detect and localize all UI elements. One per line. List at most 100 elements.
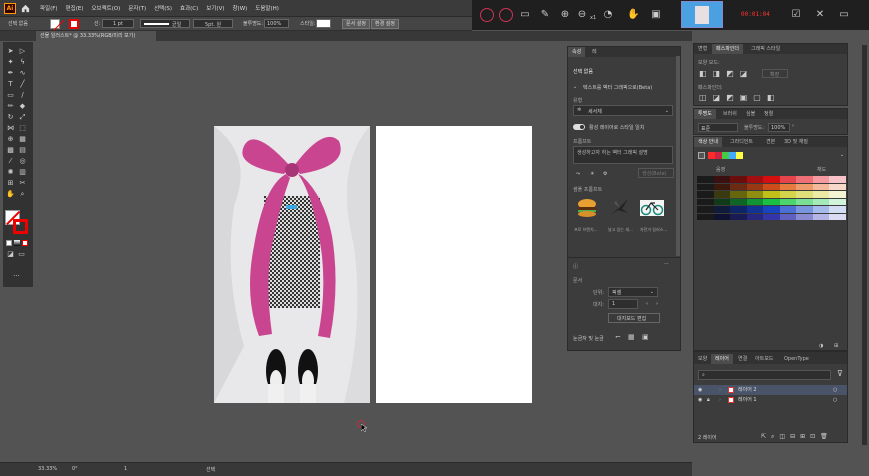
document-tab[interactable]: 선물 일러스트* @ 33.33%(RGB/미리 보기) (36, 31, 156, 41)
new-sublayer-icon[interactable]: ⊟ (790, 433, 795, 441)
color-swatch[interactable] (812, 198, 829, 205)
generate-button[interactable]: 생성(Beta) (638, 168, 674, 178)
info-icon[interactable]: ⓘ (573, 263, 578, 270)
eraser-icon[interactable]: ◆ (18, 102, 27, 111)
color-swatch[interactable] (812, 183, 829, 190)
menu-select[interactable]: 선택(S) (154, 4, 172, 12)
harmony-strip[interactable] (708, 152, 743, 159)
brush-select[interactable]: 5pt. 원 (193, 19, 233, 28)
color-swatch[interactable] (779, 198, 796, 205)
perspective-grid-icon[interactable]: ▦ (18, 135, 27, 144)
harmony-swatch[interactable] (722, 152, 729, 159)
color-swatch[interactable] (697, 198, 714, 205)
checkbox-icon[interactable]: ☑ (790, 9, 802, 21)
menu-view[interactable]: 보기(V) (206, 4, 224, 12)
color-swatch[interactable] (796, 176, 813, 183)
color-swatch[interactable] (796, 183, 813, 190)
artboard-select[interactable]: 1 (608, 299, 638, 309)
gradient-mode-icon[interactable] (14, 240, 20, 246)
color-swatch[interactable] (697, 191, 714, 198)
tab-brushes[interactable]: 브러쉬 (719, 109, 741, 119)
scale-tool-icon[interactable]: ⤢ (18, 113, 27, 122)
merge-icon[interactable]: ◩ (726, 93, 734, 102)
color-swatch[interactable] (829, 213, 846, 220)
tab-transform[interactable]: 변형 (694, 44, 711, 54)
color-swatch[interactable] (730, 176, 747, 183)
selection-tool-icon[interactable]: ➤ (6, 47, 15, 56)
rotation-field[interactable]: 0° (72, 466, 78, 472)
mesh-tool-icon[interactable]: ▩ (6, 146, 15, 155)
delete-icon[interactable]: 🗑︎ (820, 433, 828, 441)
more-options-icon[interactable]: ··· (664, 261, 669, 267)
new-layer-icon[interactable]: ⊞ (800, 433, 805, 441)
opacity-field[interactable]: 100% (264, 19, 289, 28)
menu-object[interactable]: 오브젝트(O) (91, 4, 120, 12)
harmony-dropdown-icon[interactable]: ⌄ (840, 152, 844, 158)
minus-back-icon[interactable]: ◧ (767, 93, 775, 102)
style-match-toggle[interactable] (573, 124, 585, 130)
collect-icon[interactable]: ⊡ (810, 433, 815, 441)
color-swatch[interactable] (796, 206, 813, 213)
menu-file[interactable]: 파일(F) (40, 4, 58, 12)
tab-opentype[interactable]: OpenType (780, 354, 813, 364)
color-swatch[interactable] (730, 206, 747, 213)
color-swatch[interactable] (697, 176, 714, 183)
color-swatch[interactable] (779, 176, 796, 183)
locate-icon[interactable]: ⌕ (771, 433, 774, 441)
color-swatch[interactable] (779, 206, 796, 213)
color-swatch[interactable] (763, 191, 780, 198)
rotate-tool-icon[interactable]: ↻ (6, 113, 15, 122)
harmony-swatch[interactable] (736, 152, 743, 159)
layer-row[interactable]: ◉ 🔒︎ › 레이어 1 ○ (694, 395, 847, 405)
trim-icon[interactable]: ◪ (713, 93, 721, 102)
layer-row[interactable]: ◉ › 레이어 2 ○ (694, 385, 847, 395)
tab-graphic-styles[interactable]: 그래픽 스타일 (747, 44, 784, 54)
free-transform-icon[interactable]: ⬚ (18, 124, 27, 133)
color-swatch[interactable] (713, 176, 730, 183)
stroke-swatch[interactable] (69, 19, 79, 29)
color-swatch[interactable] (713, 213, 730, 220)
blend-mode-select[interactable]: 표준 (698, 123, 738, 132)
zoom-in-icon[interactable]: ⊕ (559, 9, 571, 21)
pen-icon[interactable]: ✎ (539, 9, 551, 21)
color-swatch[interactable] (746, 183, 763, 190)
color-swatch[interactable] (730, 198, 747, 205)
zoom-out-icon[interactable]: ⊖ (576, 9, 588, 21)
tab-swatches[interactable]: 견본 (762, 137, 779, 147)
color-swatch[interactable] (713, 191, 730, 198)
color-swatch[interactable] (713, 206, 730, 213)
lasso-icon[interactable]: ϟ (18, 58, 27, 67)
properties-scrollbar[interactable] (676, 56, 680, 256)
menu-help[interactable]: 도움말(H) (255, 4, 279, 12)
tab-color-guide[interactable]: 색상 안내 (694, 137, 722, 147)
color-swatch[interactable] (730, 183, 747, 190)
settings-icon[interactable]: ⚙ (603, 171, 607, 177)
stroke-weight-field[interactable]: 1 pt (102, 19, 134, 28)
clip-mask-icon[interactable]: ◫ (779, 433, 785, 441)
status-mode[interactable]: 선택 (206, 466, 215, 473)
paintbrush-icon[interactable]: ∕ (18, 91, 27, 100)
color-swatch[interactable] (763, 176, 780, 183)
tab-align[interactable]: 정렬 (760, 109, 777, 119)
guides-icon[interactable]: ▣ (642, 333, 649, 341)
pencil-tool-icon[interactable]: ✏ (6, 102, 15, 111)
crop-icon[interactable]: ▣ (740, 93, 748, 102)
direct-selection-tool-icon[interactable]: ▷ (18, 47, 27, 56)
harmony-swatch[interactable] (729, 152, 736, 159)
color-swatch[interactable] (730, 213, 747, 220)
symbol-sprayer-icon[interactable]: ✺ (6, 168, 15, 177)
color-swatch[interactable] (796, 213, 813, 220)
width-tool-icon[interactable]: ⋈ (6, 124, 15, 133)
exclude-icon[interactable]: ◪ (740, 69, 748, 78)
tab-artboards[interactable]: 아트보드 (751, 354, 777, 364)
type-select[interactable]: ✲ 세서체 ⌄ (573, 105, 673, 116)
sample-bicycle[interactable] (640, 197, 664, 219)
prompt-input[interactable]: 생성하고자 하는 벡터 그래픽 설명 (573, 146, 673, 164)
tab-gradient[interactable]: 그라디언트 (726, 137, 757, 147)
tab-3d-materials[interactable]: 3D 및 재질 (780, 137, 812, 147)
color-swatch[interactable] (763, 213, 780, 220)
layers-search-input[interactable]: ⌕ (698, 370, 831, 380)
tab-links[interactable]: 연결 (734, 354, 751, 364)
opacity-arrow-icon[interactable]: › (792, 123, 794, 129)
more-tools-icon[interactable]: ··· (12, 272, 21, 281)
